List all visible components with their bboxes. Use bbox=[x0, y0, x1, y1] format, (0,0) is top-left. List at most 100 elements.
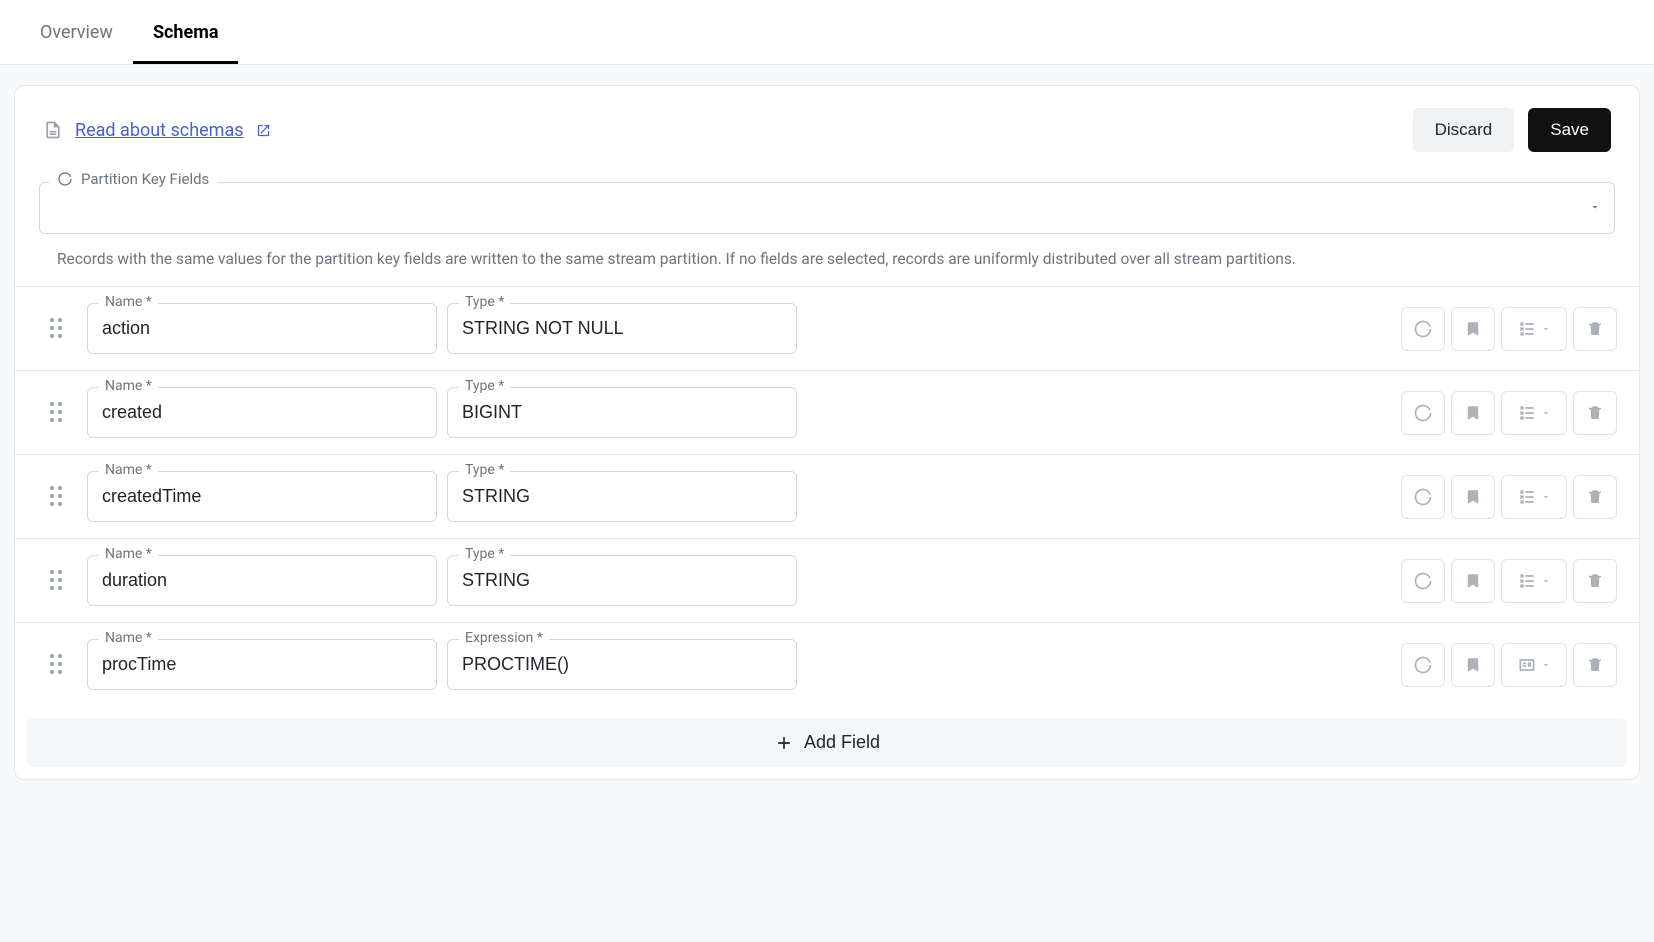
field-type-input[interactable] bbox=[447, 471, 797, 522]
bookmark-icon bbox=[1464, 404, 1482, 422]
field-kind-dropdown[interactable] bbox=[1501, 391, 1567, 435]
read-about-schemas-link[interactable]: Read about schemas bbox=[43, 119, 271, 141]
second-label: Type * bbox=[459, 294, 510, 310]
second-label: Type * bbox=[459, 462, 510, 478]
save-button[interactable]: Save bbox=[1528, 108, 1611, 152]
bookmark-button[interactable] bbox=[1451, 559, 1495, 603]
refresh-button[interactable] bbox=[1401, 391, 1445, 435]
second-input-group: Type * bbox=[447, 471, 797, 522]
drag-handle[interactable] bbox=[37, 402, 77, 424]
bookmark-button[interactable] bbox=[1451, 307, 1495, 351]
name-input-group: Name * bbox=[87, 471, 437, 522]
field-kind-dropdown[interactable] bbox=[1501, 475, 1567, 519]
name-label: Name * bbox=[99, 378, 158, 394]
delete-field-button[interactable] bbox=[1573, 643, 1617, 687]
nested-type-icon bbox=[1517, 403, 1537, 423]
second-input-group: Type * bbox=[447, 303, 797, 354]
delete-field-button[interactable] bbox=[1573, 559, 1617, 603]
field-kind-dropdown[interactable] bbox=[1501, 559, 1567, 603]
caret-down-icon bbox=[1541, 660, 1551, 670]
drag-icon bbox=[50, 654, 64, 676]
caret-down-icon bbox=[1541, 576, 1551, 586]
field-row: Name * Type * bbox=[15, 286, 1639, 370]
nested-type-icon bbox=[1517, 319, 1537, 339]
bookmark-button[interactable] bbox=[1451, 643, 1495, 687]
bookmark-icon bbox=[1464, 572, 1482, 590]
name-label: Name * bbox=[99, 630, 158, 646]
plus-icon bbox=[774, 733, 794, 753]
trash-icon bbox=[1586, 656, 1604, 674]
field-actions bbox=[1401, 559, 1617, 603]
bookmark-button[interactable] bbox=[1451, 475, 1495, 519]
field-type-input[interactable] bbox=[447, 387, 797, 438]
spinner-icon bbox=[57, 171, 73, 187]
field-expression-input[interactable] bbox=[447, 639, 797, 690]
second-label: Type * bbox=[459, 546, 510, 562]
field-kind-dropdown[interactable] bbox=[1501, 643, 1567, 687]
field-row: Name * Expression * bbox=[15, 622, 1639, 706]
partition-helper-text: Records with the same values for the par… bbox=[15, 234, 1639, 286]
delete-field-button[interactable] bbox=[1573, 475, 1617, 519]
field-type-input[interactable] bbox=[447, 303, 797, 354]
tab-overview[interactable]: Overview bbox=[20, 0, 133, 64]
name-input-group: Name * bbox=[87, 387, 437, 438]
spinner-icon bbox=[1413, 655, 1433, 675]
bookmark-icon bbox=[1464, 656, 1482, 674]
caret-down-icon bbox=[1541, 408, 1551, 418]
second-input-group: Expression * bbox=[447, 639, 797, 690]
header-buttons: Discard Save bbox=[1413, 108, 1611, 152]
field-name-input[interactable] bbox=[87, 471, 437, 522]
add-field-label: Add Field bbox=[804, 732, 880, 753]
name-input-group: Name * bbox=[87, 639, 437, 690]
partition-legend: Partition Key Fields bbox=[49, 170, 217, 188]
field-row: Name * Type * bbox=[15, 370, 1639, 454]
field-row: Name * Type * bbox=[15, 454, 1639, 538]
field-rows: Name * Type * bbox=[15, 286, 1639, 706]
drag-handle[interactable] bbox=[37, 654, 77, 676]
trash-icon bbox=[1586, 404, 1604, 422]
name-input-group: Name * bbox=[87, 555, 437, 606]
bookmark-icon bbox=[1464, 488, 1482, 506]
partition-key-input[interactable] bbox=[39, 182, 1615, 234]
drag-icon bbox=[50, 402, 64, 424]
drag-icon bbox=[50, 486, 64, 508]
field-name-input[interactable] bbox=[87, 555, 437, 606]
second-label: Type * bbox=[459, 378, 510, 394]
tabs: Overview Schema bbox=[0, 0, 1654, 65]
partition-legend-text: Partition Key Fields bbox=[81, 170, 209, 188]
field-actions bbox=[1401, 391, 1617, 435]
name-label: Name * bbox=[99, 462, 158, 478]
bookmark-icon bbox=[1464, 320, 1482, 338]
field-name-input[interactable] bbox=[87, 387, 437, 438]
page-container: Read about schemas Discard Save Partitio… bbox=[0, 65, 1654, 800]
field-actions bbox=[1401, 475, 1617, 519]
spinner-icon bbox=[1413, 571, 1433, 591]
field-kind-dropdown[interactable] bbox=[1501, 307, 1567, 351]
drag-handle[interactable] bbox=[37, 318, 77, 340]
field-name-input[interactable] bbox=[87, 639, 437, 690]
tab-schema[interactable]: Schema bbox=[133, 0, 239, 64]
refresh-button[interactable] bbox=[1401, 475, 1445, 519]
trash-icon bbox=[1586, 488, 1604, 506]
caret-down-icon bbox=[1541, 324, 1551, 334]
field-name-input[interactable] bbox=[87, 303, 437, 354]
field-type-input[interactable] bbox=[447, 555, 797, 606]
nested-type-icon bbox=[1517, 487, 1537, 507]
refresh-button[interactable] bbox=[1401, 643, 1445, 687]
second-input-group: Type * bbox=[447, 387, 797, 438]
drag-handle[interactable] bbox=[37, 570, 77, 592]
discard-button[interactable]: Discard bbox=[1413, 108, 1515, 152]
refresh-button[interactable] bbox=[1401, 559, 1445, 603]
add-field-button[interactable]: Add Field bbox=[27, 718, 1627, 767]
trash-icon bbox=[1586, 320, 1604, 338]
delete-field-button[interactable] bbox=[1573, 307, 1617, 351]
document-icon bbox=[43, 119, 63, 141]
drag-handle[interactable] bbox=[37, 486, 77, 508]
second-input-group: Type * bbox=[447, 555, 797, 606]
bookmark-button[interactable] bbox=[1451, 391, 1495, 435]
schema-card: Read about schemas Discard Save Partitio… bbox=[14, 85, 1640, 780]
second-label: Expression * bbox=[459, 630, 549, 646]
refresh-button[interactable] bbox=[1401, 307, 1445, 351]
trash-icon bbox=[1586, 572, 1604, 590]
delete-field-button[interactable] bbox=[1573, 391, 1617, 435]
